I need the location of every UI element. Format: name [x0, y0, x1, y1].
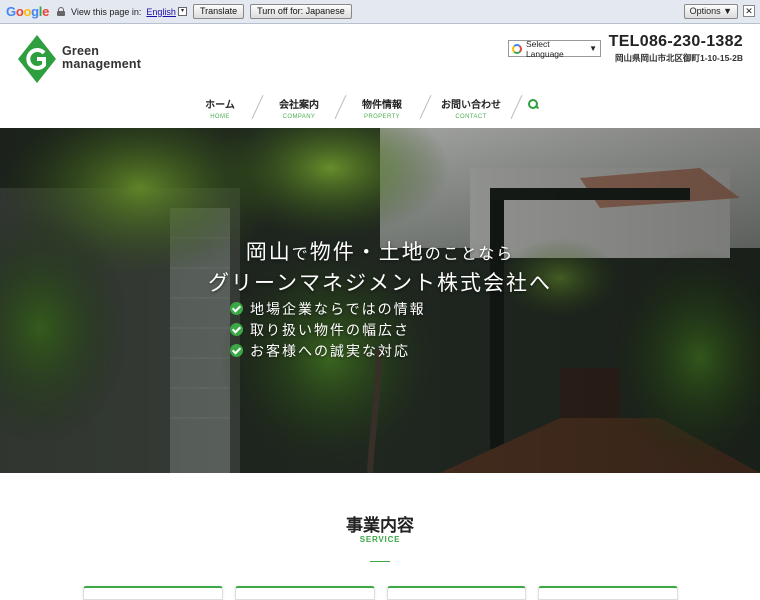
translate-language-link[interactable]: English — [146, 7, 176, 17]
check-icon — [230, 323, 243, 336]
search-icon[interactable] — [527, 98, 539, 110]
nav-divider — [251, 95, 264, 119]
language-dropdown-icon[interactable]: ▾ — [177, 7, 187, 16]
service-card[interactable] — [538, 586, 678, 600]
service-card[interactable] — [234, 586, 375, 600]
turn-off-button[interactable]: Turn off for: Japanese — [250, 4, 352, 19]
service-title: 事業内容 — [346, 516, 414, 535]
nav-company[interactable]: 会社案内 COMPANY — [272, 92, 326, 124]
nav-divider — [419, 95, 432, 119]
phone-number[interactable]: TEL086-230-1382 — [609, 33, 743, 51]
hero-point: 地場企業ならではの情報 — [230, 298, 426, 319]
nav-contact[interactable]: お問い合わせ CONTACT — [440, 92, 502, 124]
hero-points: 地場企業ならではの情報 取り扱い物件の幅広さ お客様への誠実な対応 — [230, 298, 426, 361]
site-logo[interactable]: Green management — [17, 34, 147, 84]
hero-point: 取り扱い物件の幅広さ — [230, 319, 426, 340]
check-icon — [230, 344, 243, 357]
nav-home[interactable]: ホーム HOME — [195, 92, 245, 124]
logo-mark-icon — [18, 35, 56, 83]
view-page-label: View this page in: — [71, 6, 142, 17]
main-nav: ホーム HOME 会社案内 COMPANY 物件情報 PROPERTY お問い合わせ C… — [195, 92, 539, 122]
nav-divider — [510, 95, 523, 119]
service-subtitle: SERVICE — [359, 535, 401, 544]
language-select-label: Select Language — [525, 38, 564, 59]
nav-divider — [334, 95, 347, 119]
address: 岡山県岡山市北区御町1-10-15-2B — [615, 53, 743, 63]
check-icon — [230, 302, 243, 315]
close-icon[interactable]: ✕ — [743, 5, 755, 17]
service-card[interactable] — [83, 586, 223, 600]
language-select[interactable]: Select Language ▼ — [508, 38, 601, 59]
hero-point: お客様への誠実な対応 — [230, 340, 426, 361]
google-g-icon — [512, 43, 522, 54]
nav-property[interactable]: 物件情報 PROPERTY — [355, 92, 409, 124]
service-cards — [83, 586, 678, 600]
service-divider — [370, 561, 390, 562]
hero-banner: 岡山で物件・土地のことなら グリーンマネジメント株式会社へ 地場企業ならではの情… — [0, 128, 760, 473]
options-button[interactable]: Options ▼ — [683, 4, 738, 19]
translate-button[interactable]: Translate — [192, 4, 245, 19]
lock-icon — [57, 7, 66, 16]
logo-text: Green management — [62, 44, 142, 71]
service-card[interactable] — [386, 586, 527, 600]
google-logo: Google — [6, 4, 50, 19]
google-translate-bar: Google View this page in: English ▾ Tran… — [0, 0, 760, 24]
chevron-down-icon: ▼ — [589, 44, 597, 53]
hero-headline: 岡山で物件・土地のことなら グリーンマネジメント株式会社へ — [208, 241, 552, 295]
